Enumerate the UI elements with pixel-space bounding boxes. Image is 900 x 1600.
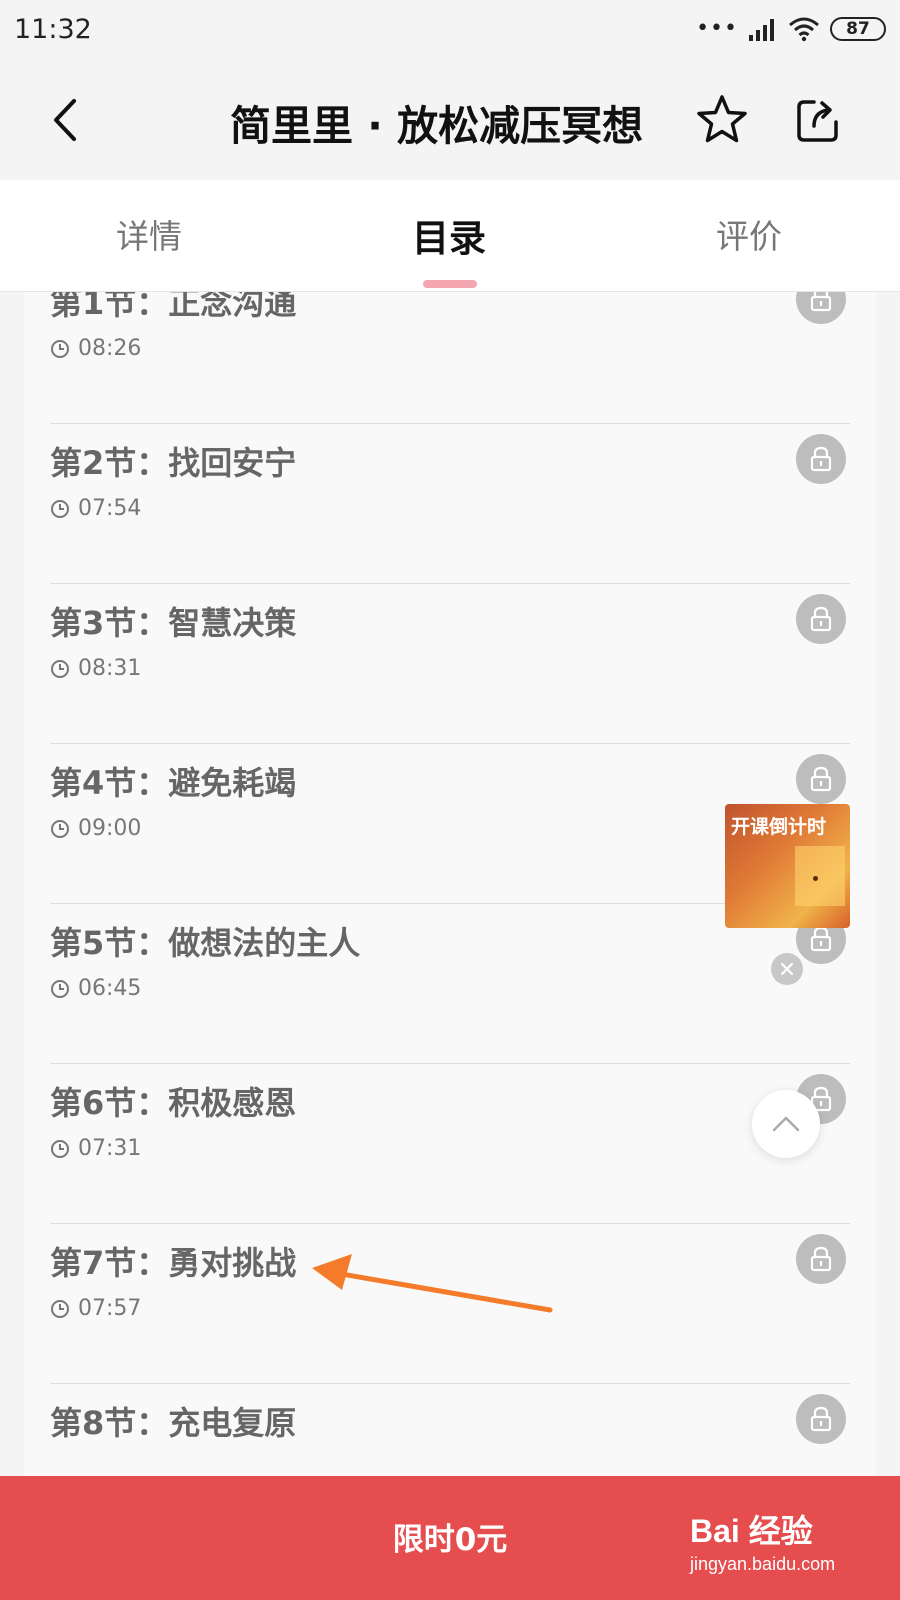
promo-close-button[interactable] (771, 953, 803, 985)
share-button[interactable] (790, 92, 846, 148)
lesson-title: 第3节：智慧决策 (50, 604, 297, 642)
status-icons: ••• 87 (696, 16, 886, 42)
lock-button[interactable] (796, 1234, 846, 1284)
nav-bar: 简里里 · 放松减压冥想 (0, 62, 900, 180)
lesson-duration: 07:54 (50, 496, 141, 521)
lesson-duration-text: 09:00 (78, 816, 142, 841)
page-title: 简里里 · 放松减压冥想 (230, 102, 644, 150)
star-icon (697, 95, 747, 143)
bottom-action-bar: 限时0元 Bai 经验 jingyan.baidu.com (0, 1476, 900, 1600)
favorite-button[interactable] (694, 92, 750, 148)
clock-icon (51, 659, 69, 678)
lock-button[interactable] (796, 754, 846, 804)
lesson-title: 第7节：勇对挑战 (50, 1244, 297, 1282)
lesson-duration-text: 07:54 (78, 496, 142, 521)
battery-indicator: 87 (830, 17, 886, 41)
lock-button[interactable] (796, 594, 846, 644)
lesson-duration: 07:31 (50, 1136, 141, 1161)
lesson-title: 第5节：做想法的主人 (50, 924, 361, 962)
promo-illustration (795, 846, 845, 906)
lock-button[interactable] (796, 434, 846, 484)
lesson-duration-text: 07:31 (78, 1136, 142, 1161)
countdown-promo-banner[interactable]: 开课倒计时 (725, 804, 850, 928)
lesson-item-8[interactable]: 第8节：充电复原 (50, 1384, 850, 1476)
lesson-title: 第4节：避免耗竭 (50, 764, 297, 802)
lock-icon (810, 1406, 832, 1432)
lesson-duration: 08:26 (50, 336, 141, 361)
share-icon (797, 100, 838, 142)
promo-label: 开课倒计时 (731, 816, 827, 838)
lesson-duration: 08:31 (50, 656, 141, 681)
lesson-item-5[interactable]: 第5节：做想法的主人 06:45 (50, 904, 850, 1064)
lock-button[interactable] (796, 1394, 846, 1444)
chevron-up-icon (772, 1116, 800, 1132)
lesson-duration-text: 08:31 (78, 656, 142, 681)
lesson-item-6[interactable]: 第6节：积极感恩 07:31 (50, 1064, 850, 1224)
lesson-item-3[interactable]: 第3节：智慧决策 08:31 (50, 584, 850, 744)
lesson-duration: 07:57 (50, 1296, 141, 1321)
tab-bar: 详情 目录 评价 (0, 180, 900, 292)
promo-illustration-dot (813, 876, 818, 881)
more-dots-icon: ••• (696, 16, 738, 41)
lock-button[interactable] (796, 292, 846, 324)
clock-icon (51, 339, 69, 358)
lesson-duration-text: 07:57 (78, 1296, 142, 1321)
lock-icon (810, 926, 832, 952)
lesson-title: 第8节：充电复原 (50, 1404, 297, 1442)
wifi-icon (789, 17, 819, 42)
lesson-duration: 06:45 (50, 976, 141, 1001)
lesson-item-2[interactable]: 第2节：找回安宁 07:54 (50, 424, 850, 584)
lesson-duration-text: 08:26 (78, 336, 142, 361)
clock-icon (51, 1139, 69, 1158)
baidu-jingyan-watermark: Bai 经验 jingyan.baidu.com (690, 1506, 835, 1575)
chevron-left-icon (54, 99, 76, 141)
lock-icon (810, 1246, 832, 1272)
lock-icon (810, 606, 832, 632)
lesson-item-1[interactable]: 第1节：正念沟通 08:26 (50, 292, 850, 424)
status-time: 11:32 (14, 14, 92, 45)
lock-icon (810, 292, 832, 312)
watermark-logo: Bai 经验 (690, 1513, 813, 1549)
tab-catalog[interactable]: 目录 (412, 208, 486, 262)
lesson-title: 第2节：找回安宁 (50, 444, 297, 482)
clock-icon (51, 499, 69, 518)
lock-icon (810, 446, 832, 472)
signal-icon (749, 19, 774, 41)
tab-details[interactable]: 详情 (116, 210, 182, 258)
watermark-url: jingyan.baidu.com (690, 1554, 836, 1574)
active-tab-indicator (423, 280, 477, 288)
clock-icon (51, 979, 69, 998)
status-bar: 11:32 ••• 87 (0, 0, 900, 62)
annotation-arrow-icon (312, 1254, 553, 1313)
lesson-duration: 09:00 (50, 816, 141, 841)
lesson-title: 第1节：正念沟通 (50, 292, 297, 322)
lock-icon (810, 766, 832, 792)
scroll-top-button[interactable] (752, 1090, 820, 1158)
close-icon (780, 962, 794, 976)
clock-icon (51, 819, 69, 838)
lesson-title: 第6节：积极感恩 (50, 1084, 297, 1122)
back-button[interactable] (38, 90, 92, 150)
clock-icon (51, 1299, 69, 1318)
tab-reviews[interactable]: 评价 (716, 210, 782, 258)
lesson-duration-text: 06:45 (78, 976, 142, 1001)
